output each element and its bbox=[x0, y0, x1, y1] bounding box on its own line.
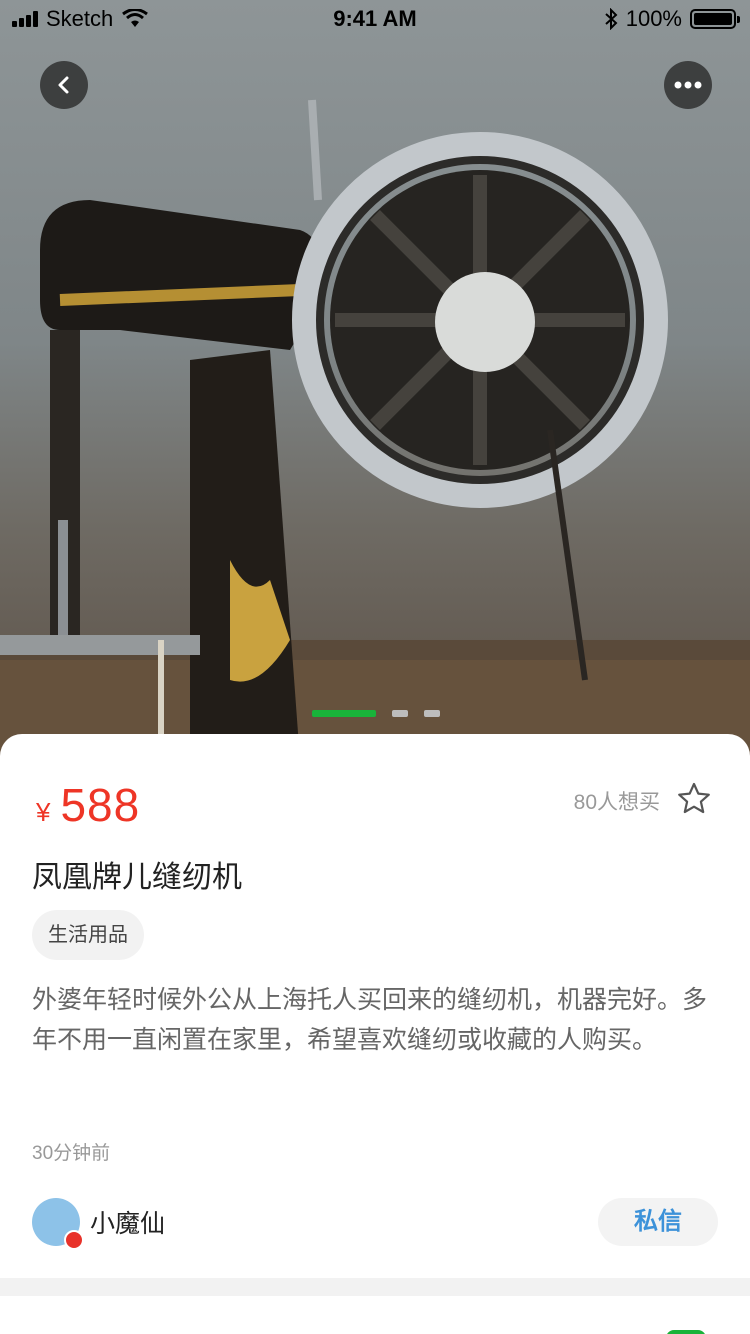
avatar[interactable] bbox=[32, 1198, 84, 1250]
currency-symbol: ¥ bbox=[36, 797, 51, 827]
status-bar: Sketch 9:41 AM 100% bbox=[0, 0, 750, 40]
star-outline-icon[interactable] bbox=[676, 781, 712, 817]
carousel-indicator bbox=[312, 710, 440, 717]
status-right: 100% bbox=[604, 6, 740, 32]
battery-percent: 100% bbox=[625, 6, 682, 31]
carousel-dot[interactable] bbox=[424, 710, 440, 717]
product-photo[interactable] bbox=[0, 0, 750, 760]
seller-name: 小魔仙 bbox=[90, 1210, 166, 1238]
floating-action-edge[interactable] bbox=[666, 1330, 706, 1334]
next-section bbox=[0, 1296, 750, 1334]
posted-time: 30分钟前 bbox=[32, 1143, 111, 1164]
more-button[interactable] bbox=[664, 61, 712, 109]
bluetooth-icon bbox=[605, 8, 618, 30]
battery-icon bbox=[690, 9, 740, 29]
seller-info[interactable]: 小魔仙 bbox=[32, 1198, 166, 1250]
product-description: 外婆年轻时候外公从上海托人买回来的缝纫机，机器完好。多年不用一直闲置在家里，希望… bbox=[32, 986, 708, 1054]
product-card: ¥ 588 80人想买 凤凰牌儿缝纫机 生活用品 外婆年轻时候外公从上海托人买回… bbox=[0, 734, 750, 1278]
price: ¥ 588 bbox=[36, 778, 140, 832]
more-dots-icon bbox=[674, 81, 702, 89]
user-badge-icon bbox=[64, 1230, 84, 1250]
carousel-dot-active[interactable] bbox=[312, 710, 376, 717]
message-button[interactable]: 私信 bbox=[598, 1198, 718, 1246]
category-tag[interactable]: 生活用品 bbox=[32, 910, 144, 960]
back-button[interactable] bbox=[40, 61, 88, 109]
want-count: 80人想买 bbox=[573, 791, 660, 814]
chevron-left-icon bbox=[58, 76, 69, 94]
carousel-dot[interactable] bbox=[392, 710, 408, 717]
price-amount: 588 bbox=[60, 779, 141, 831]
product-title: 凤凰牌儿缝纫机 bbox=[32, 861, 242, 894]
sewing-machine-image bbox=[0, 99, 750, 760]
